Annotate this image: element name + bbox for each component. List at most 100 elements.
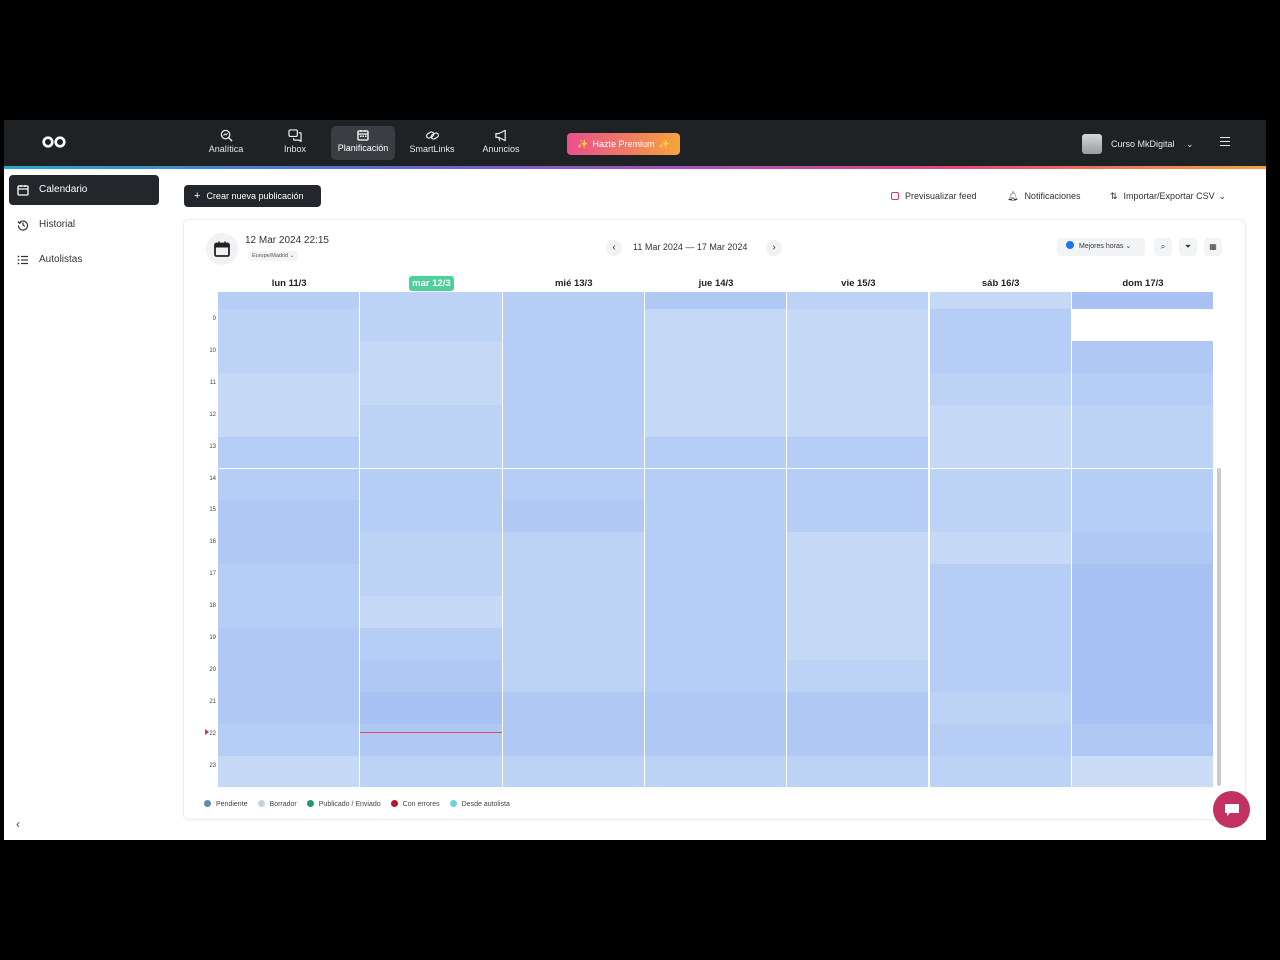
time-slot[interactable] [1071,628,1214,660]
time-slot[interactable] [929,723,1071,756]
time-slot[interactable] [644,564,787,597]
time-slot[interactable] [1071,532,1214,565]
time-slot[interactable] [218,723,360,756]
nav-item-smartlinks[interactable]: SmartLinks [406,126,458,160]
day-header[interactable]: lun 11/3 [218,276,360,292]
time-slot[interactable] [644,404,787,437]
time-slot[interactable] [929,292,1071,309]
timezone-selector[interactable]: Europe/Madrid ⌄ [248,251,299,261]
time-slot[interactable] [929,372,1071,405]
menu-icon[interactable] [1220,137,1230,147]
time-slot[interactable] [644,532,787,565]
time-slot[interactable] [360,309,502,341]
time-slot[interactable] [929,340,1071,373]
time-slot[interactable] [502,564,644,597]
time-slot[interactable] [644,628,787,660]
time-slot[interactable] [360,404,502,437]
brand-logo-icon[interactable] [42,135,66,149]
time-slot[interactable] [218,468,360,501]
time-slot[interactable] [218,372,360,405]
day-column[interactable] [218,292,360,788]
day-header[interactable]: sáb 16/3 [930,276,1072,292]
time-slot[interactable] [1071,292,1214,309]
time-slot[interactable] [502,340,644,373]
time-slot[interactable] [787,340,929,373]
filter-icon[interactable]: ⏷ [1179,238,1197,256]
time-slot[interactable] [218,292,360,309]
time-slot[interactable] [218,691,360,724]
time-slot[interactable] [644,755,787,788]
time-slot[interactable] [218,340,360,373]
time-slot[interactable] [218,596,360,628]
nav-item-analitica[interactable]: Analítica [200,126,252,160]
time-slot[interactable] [218,628,360,660]
time-slot[interactable] [644,468,787,501]
time-slot[interactable] [502,659,644,692]
time-slot[interactable] [644,292,787,309]
time-slot[interactable] [502,691,644,724]
time-slot[interactable] [644,659,787,692]
time-slot[interactable] [502,755,644,788]
time-slot[interactable] [1071,659,1214,692]
time-slot[interactable] [929,596,1071,628]
sidebar-item-historial[interactable]: Historial [9,210,159,240]
time-slot[interactable] [1071,372,1214,405]
time-slot[interactable] [644,723,787,756]
time-slot[interactable] [360,436,502,469]
time-slot[interactable] [218,564,360,597]
time-slot[interactable] [1071,691,1214,724]
preview-feed-link[interactable]: Previsualizar feed [891,185,977,207]
day-column[interactable] [929,292,1071,788]
nav-item-planificacion[interactable]: Planificación [331,126,395,160]
time-slot[interactable] [502,628,644,660]
time-slot[interactable] [502,404,644,437]
time-slot[interactable] [218,532,360,565]
time-slot[interactable] [1071,500,1214,533]
zoom-search-icon[interactable]: ⌕ [1154,238,1172,256]
time-slot[interactable] [360,468,502,501]
time-slot[interactable] [787,628,929,660]
time-slot[interactable] [787,596,929,628]
premium-button[interactable]: ✨ Hazte Premium ✨ [567,133,680,155]
time-slot[interactable] [502,500,644,533]
time-slot[interactable] [929,691,1071,724]
time-slot[interactable] [218,500,360,533]
time-slot[interactable] [502,292,644,309]
time-slot[interactable] [787,532,929,565]
sidebar-item-calendario[interactable]: Calendario [9,175,159,205]
previous-week-chevron-left-icon[interactable]: ‹ [606,240,622,256]
time-slot[interactable] [787,691,929,724]
notifications-link[interactable]: 🔔︎ Notificaciones [1007,185,1080,207]
time-slot[interactable] [787,372,929,405]
time-slot[interactable] [1071,309,1214,341]
time-slot[interactable] [502,436,644,469]
time-slot[interactable] [360,500,502,533]
time-slot[interactable] [644,596,787,628]
day-column[interactable] [787,292,929,788]
time-slot[interactable] [787,404,929,437]
time-slot[interactable] [929,404,1071,437]
time-slot[interactable] [929,468,1071,501]
time-slot[interactable] [218,436,360,469]
time-slot[interactable] [929,659,1071,692]
calendar-view-icon[interactable]: ▦ [1204,238,1222,256]
time-slot[interactable] [360,596,502,628]
next-week-chevron-right-icon[interactable]: › [766,240,782,256]
sidebar-item-autolistas[interactable]: Autolistas [9,245,159,275]
time-slot[interactable] [929,532,1071,565]
time-slot[interactable] [360,691,502,724]
time-slot[interactable] [360,372,502,405]
time-slot[interactable] [787,292,929,309]
time-slot[interactable] [787,564,929,597]
day-header[interactable]: vie 15/3 [787,276,929,292]
time-slot[interactable] [360,532,502,565]
time-slot[interactable] [929,309,1071,341]
time-slot[interactable] [929,500,1071,533]
day-column[interactable] [1071,292,1214,788]
chat-support-button[interactable] [1213,791,1250,828]
time-slot[interactable] [218,659,360,692]
time-slot[interactable] [787,755,929,788]
day-header[interactable]: jue 14/3 [645,276,787,292]
time-slot[interactable] [218,309,360,341]
day-column[interactable] [644,292,787,788]
